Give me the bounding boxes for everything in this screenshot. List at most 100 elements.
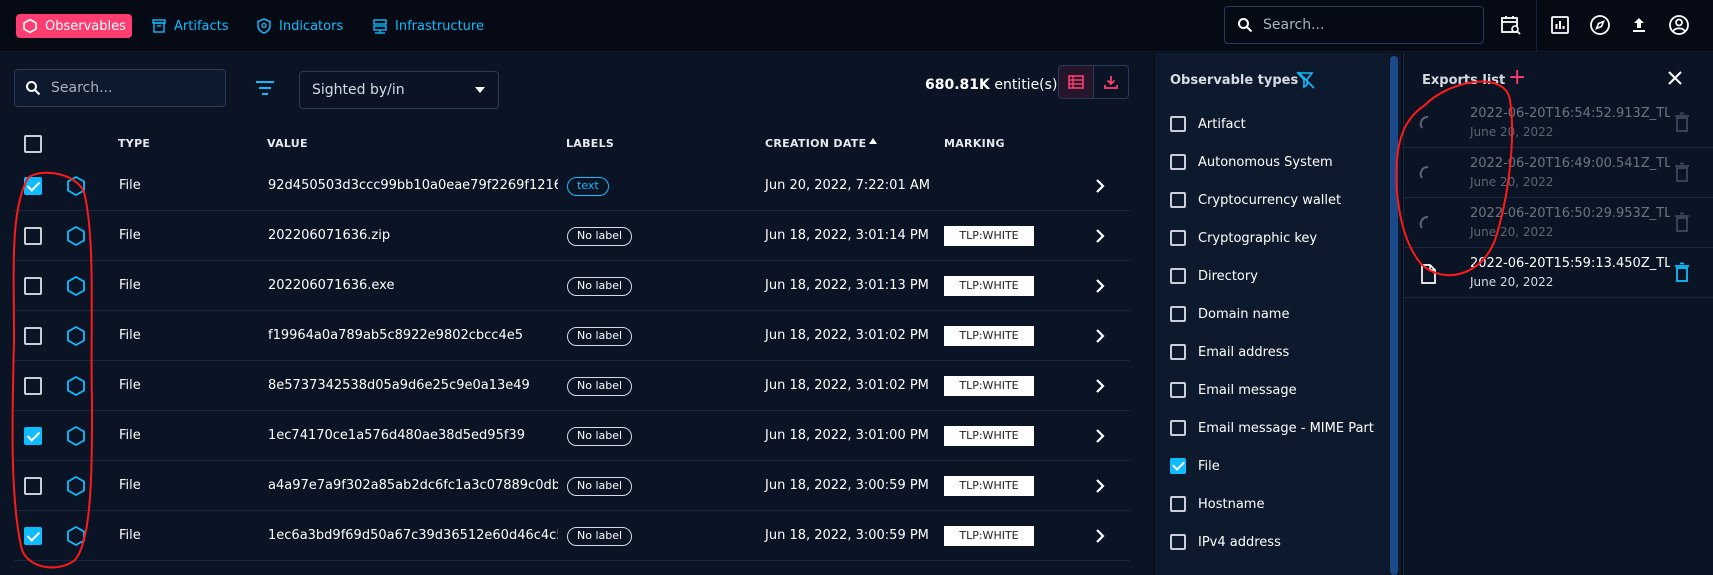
- filter-item[interactable]: Autonomous System: [1170, 151, 1333, 173]
- filter-item[interactable]: Cryptocurrency wallet: [1170, 189, 1341, 211]
- table-row[interactable]: File f19964a0a789ab5c8922e9802cbcc4e5 No…: [14, 311, 1130, 361]
- dashboard-icon[interactable]: [1548, 13, 1572, 37]
- add-export-icon[interactable]: +: [1508, 67, 1526, 89]
- delete-icon[interactable]: [1672, 112, 1692, 134]
- delete-icon[interactable]: [1672, 162, 1692, 184]
- nav-indicators[interactable]: Indicators: [250, 14, 349, 38]
- export-button[interactable]: [1093, 65, 1129, 99]
- chevron-right-icon[interactable]: [1092, 177, 1108, 195]
- hexagon-icon: [67, 475, 85, 497]
- table-row[interactable]: File 92d450503d3ccc99bb10a0eae79f2269f12…: [14, 161, 1130, 211]
- delete-icon[interactable]: [1672, 262, 1692, 284]
- sighted-select[interactable]: Sighted by/in: [299, 71, 499, 109]
- explore-icon[interactable]: [1588, 13, 1612, 37]
- filter-scrollbar-thumb[interactable]: [1390, 56, 1398, 575]
- delete-icon[interactable]: [1672, 212, 1692, 234]
- global-search-input[interactable]: Search...: [1224, 6, 1484, 44]
- chevron-right-icon[interactable]: [1092, 377, 1108, 395]
- row-value: 1ec6a3bd9f69d50a67c39d36512e60d46c4c5...: [268, 528, 558, 543]
- marking-badge: TLP:WHITE: [944, 276, 1034, 296]
- filter-checkbox[interactable]: [1170, 230, 1186, 246]
- row-type: File: [119, 278, 141, 293]
- filter-icon[interactable]: [254, 79, 276, 97]
- filter-checkbox[interactable]: [1170, 116, 1186, 132]
- table-row[interactable]: File 202206071636.exe No label Jun 18, 2…: [14, 261, 1130, 311]
- filter-item[interactable]: Directory: [1170, 265, 1258, 287]
- clear-filter-icon[interactable]: [1296, 71, 1316, 89]
- calendar-search-icon[interactable]: [1499, 13, 1523, 37]
- filter-item[interactable]: Email address: [1170, 341, 1289, 363]
- row-type: File: [119, 428, 141, 443]
- chevron-right-icon[interactable]: [1092, 477, 1108, 495]
- nav-infrastructure[interactable]: Infrastructure: [366, 14, 490, 38]
- filter-checkbox[interactable]: [1170, 534, 1186, 550]
- table-row[interactable]: File 202206071636.zip No label Jun 18, 2…: [14, 211, 1130, 261]
- row-type: File: [119, 528, 141, 543]
- row-checkbox[interactable]: [24, 527, 42, 545]
- nav-observables[interactable]: Observables: [16, 14, 132, 38]
- table-row[interactable]: File 1ec6a3bd9f69d50a67c39d36512e60d46c4…: [14, 511, 1130, 561]
- table-row[interactable]: File 1ec74170ce1a576d480ae38d5ed95f39 No…: [14, 411, 1130, 461]
- row-checkbox[interactable]: [24, 227, 42, 245]
- row-checkbox[interactable]: [24, 277, 42, 295]
- filter-item[interactable]: Artifact: [1170, 113, 1246, 135]
- filter-item[interactable]: Email message - MIME Part: [1170, 417, 1374, 439]
- export-item[interactable]: 2022-06-20T16:54:52.913Z_TLP June 20, 20…: [1404, 98, 1713, 148]
- export-name: 2022-06-20T16:49:00.541Z_TLP: [1470, 156, 1670, 171]
- filter-checkbox[interactable]: [1170, 192, 1186, 208]
- row-checkbox[interactable]: [24, 327, 42, 345]
- row-value: 8e5737342538d05a9d6e25c9e0a13e49: [268, 378, 530, 393]
- upload-icon[interactable]: [1627, 13, 1651, 37]
- server-icon: [373, 19, 387, 34]
- filter-checkbox[interactable]: [1170, 458, 1186, 474]
- chevron-right-icon[interactable]: [1092, 427, 1108, 445]
- filter-checkbox[interactable]: [1170, 268, 1186, 284]
- row-checkbox[interactable]: [24, 477, 42, 495]
- table-row[interactable]: File a4a97e7a9f302a85ab2dc6fc1a3c07889c0…: [14, 461, 1130, 511]
- filter-item[interactable]: Domain name: [1170, 303, 1289, 325]
- export-item[interactable]: 2022-06-20T15:59:13.450Z_TLP June 20, 20…: [1404, 248, 1713, 298]
- filter-item[interactable]: File: [1170, 455, 1220, 477]
- chevron-right-icon[interactable]: [1092, 227, 1108, 245]
- row-checkbox[interactable]: [24, 177, 42, 195]
- table-header: TYPE VALUE LABELS CREATION DATE MARKING: [0, 125, 1130, 161]
- chevron-right-icon[interactable]: [1092, 277, 1108, 295]
- header-marking[interactable]: MARKING: [944, 137, 1005, 150]
- row-value: 202206071636.zip: [268, 228, 391, 243]
- chevron-right-icon[interactable]: [1092, 527, 1108, 545]
- filter-checkbox[interactable]: [1170, 496, 1186, 512]
- chevron-right-icon[interactable]: [1092, 327, 1108, 345]
- loading-spinner-icon: [1419, 166, 1429, 179]
- select-all-checkbox[interactable]: [24, 135, 42, 153]
- list-view-button[interactable]: [1058, 65, 1094, 99]
- export-item[interactable]: 2022-06-20T16:49:00.541Z_TLP June 20, 20…: [1404, 148, 1713, 198]
- list-search-input[interactable]: Search...: [14, 69, 226, 107]
- label-chip: No label: [567, 277, 633, 296]
- observables-list-panel: Search... Sighted by/in 680.81K entitie(…: [0, 53, 1153, 575]
- filter-checkbox[interactable]: [1170, 306, 1186, 322]
- header-value[interactable]: VALUE: [267, 137, 308, 150]
- export-item[interactable]: 2022-06-20T16:50:29.953Z_TLP June 20, 20…: [1404, 198, 1713, 248]
- global-search-placeholder: Search...: [1263, 17, 1325, 33]
- close-icon[interactable]: [1666, 69, 1684, 87]
- row-checkbox[interactable]: [24, 427, 42, 445]
- filter-checkbox[interactable]: [1170, 420, 1186, 436]
- filter-item[interactable]: Email message: [1170, 379, 1297, 401]
- header-labels[interactable]: LABELS: [566, 137, 614, 150]
- filter-checkbox[interactable]: [1170, 382, 1186, 398]
- nav-artifacts[interactable]: Artifacts: [145, 14, 235, 38]
- table-row[interactable]: File 8e5737342538d05a9d6e25c9e0a13e49 No…: [14, 361, 1130, 411]
- header-type[interactable]: TYPE: [118, 137, 150, 150]
- filter-item[interactable]: Cryptographic key: [1170, 227, 1317, 249]
- filter-item-label: Email address: [1198, 344, 1290, 360]
- entity-count-number: 680.81K: [925, 77, 990, 93]
- row-checkbox[interactable]: [24, 377, 42, 395]
- account-icon[interactable]: [1667, 13, 1691, 37]
- filter-checkbox[interactable]: [1170, 154, 1186, 170]
- header-creation-date[interactable]: CREATION DATE: [765, 137, 866, 150]
- filter-item[interactable]: IPv4 address: [1170, 531, 1281, 553]
- nav-infrastructure-label: Infrastructure: [395, 18, 484, 34]
- filter-checkbox[interactable]: [1170, 344, 1186, 360]
- sort-ascending-icon[interactable]: [868, 137, 878, 145]
- filter-item[interactable]: Hostname: [1170, 493, 1264, 515]
